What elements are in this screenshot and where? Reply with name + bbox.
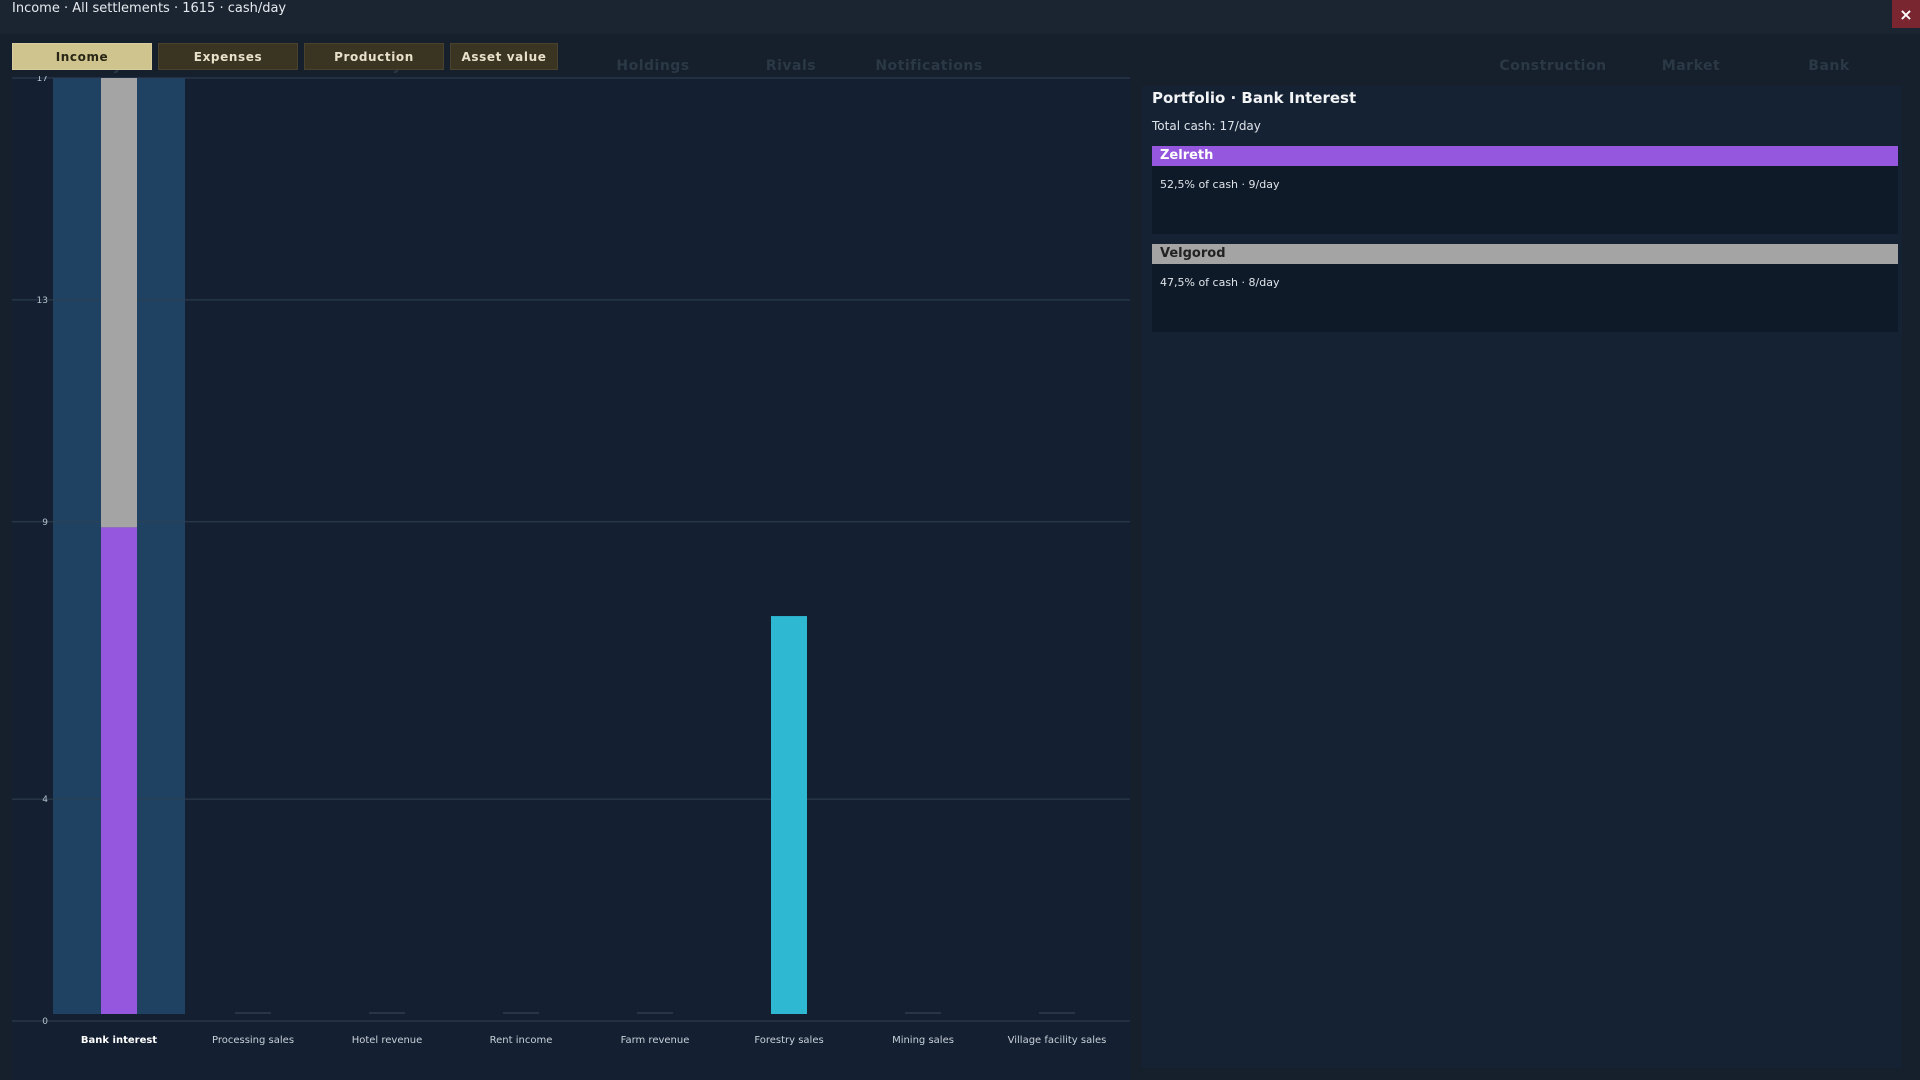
x-tick-label: Forestry sales (754, 1035, 823, 1046)
portfolio-entry[interactable]: Zelreth 52,5% of cash · 9/day (1152, 146, 1898, 234)
tab-production[interactable]: Production (304, 43, 444, 70)
income-chart-panel: 0 4 9 13 17 Bank interest Processing sales Hote… (12, 76, 1130, 1080)
y-tick-label: 13 (37, 296, 48, 306)
x-tick-label: Processing sales (212, 1035, 294, 1046)
tab-expenses[interactable]: Expenses (158, 43, 298, 70)
bg-nav-item: Holdings (616, 58, 690, 74)
bar-segment (101, 527, 137, 1014)
income-bar-chart: 0 4 9 13 17 Bank interest Processing sales Hote… (12, 76, 1130, 1046)
close-icon: × (1899, 4, 1913, 24)
x-tick-label: Mining sales (892, 1035, 954, 1046)
bg-nav-item: Bank (1808, 58, 1850, 74)
portfolio-title: Portfolio · Bank Interest (1152, 89, 1357, 107)
y-tick-label: 9 (42, 518, 48, 528)
title-bar: Income · All settlements · 1615 · cash/d… (0, 0, 1920, 34)
portfolio-panel: Portfolio · Bank Interest Total cash: 17… (1142, 86, 1902, 1068)
x-tick-label: Village facility sales (1008, 1035, 1107, 1046)
close-button[interactable]: × (1892, 0, 1920, 28)
bg-nav-item: Market (1661, 58, 1721, 74)
portfolio-total-cash: Total cash: 17/day (1152, 119, 1261, 133)
bar-segment (771, 616, 807, 1014)
bar-segment (101, 78, 137, 528)
x-tick-label: Bank interest (81, 1035, 157, 1046)
window-title: Income · All settlements · 1615 · cash/d… (12, 1, 287, 16)
portfolio-entry-detail: 52,5% of cash · 9/day (1160, 178, 1280, 191)
portfolio-entry-name: Velgorod (1152, 244, 1898, 264)
bg-nav-item: Rivals (765, 58, 817, 74)
bg-nav-item: Construction (1499, 58, 1607, 74)
portfolio-entry[interactable]: Velgorod 47,5% of cash · 8/day (1152, 244, 1898, 332)
bg-nav-item: Notifications (875, 58, 983, 74)
portfolio-entry-detail: 47,5% of cash · 8/day (1160, 276, 1280, 289)
tab-income[interactable]: Income (12, 43, 152, 70)
y-tick-label: 0 (42, 1017, 48, 1027)
x-tick-label: Farm revenue (621, 1035, 690, 1046)
x-tick-label: Rent income (490, 1035, 553, 1046)
tab-asset-value[interactable]: Asset value (450, 43, 558, 70)
x-tick-label: Hotel revenue (352, 1035, 423, 1046)
y-tick-label: 4 (42, 795, 48, 805)
y-tick-label: 17 (37, 76, 48, 84)
portfolio-entry-name: Zelreth (1152, 146, 1898, 166)
